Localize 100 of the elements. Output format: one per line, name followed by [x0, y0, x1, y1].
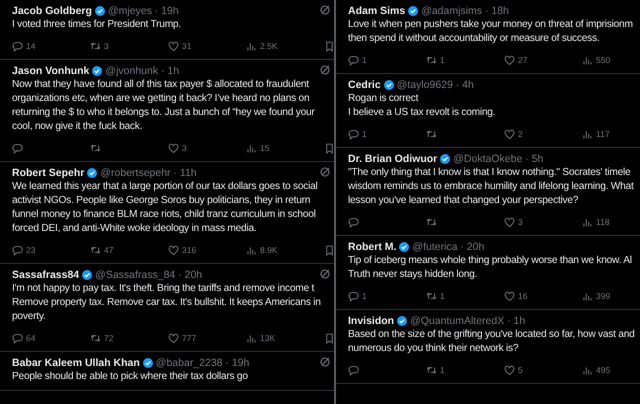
- verified-badge-icon: [94, 6, 105, 16]
- bar-chart-icon: [246, 244, 257, 256]
- handle-and-time: @robertsepehr · 11h: [100, 167, 197, 179]
- views-button[interactable]: 117: [582, 128, 610, 140]
- repost-button[interactable]: 72: [90, 332, 114, 344]
- repost-button[interactable]: [426, 216, 437, 228]
- reply-button[interactable]: 14: [12, 40, 36, 52]
- like-button[interactable]: 31: [168, 40, 192, 52]
- repost-button[interactable]: 1: [426, 364, 445, 376]
- reply-button[interactable]: 23: [12, 244, 36, 256]
- handle-and-time: @taylo9629 · 4h: [396, 79, 474, 91]
- repost-icon: [90, 40, 101, 52]
- views-button[interactable]: 8.9K: [246, 244, 278, 256]
- repost-icon: [426, 364, 437, 376]
- heart-icon: [504, 290, 515, 302]
- reply-button[interactable]: 1: [348, 128, 367, 140]
- repost-button[interactable]: [90, 142, 101, 154]
- author-name[interactable]: Babar Kaleem Ullah Khan: [12, 357, 140, 369]
- bar-chart-icon: [582, 290, 593, 302]
- repost-button[interactable]: [426, 128, 437, 140]
- reply-icon: [12, 142, 23, 154]
- handle-and-time: @adamjsims · 18h: [421, 5, 509, 17]
- repost-icon: [426, 216, 437, 228]
- tweet-text-line: Tip of iceberg means whole thing probably worse than we know. Al: [348, 254, 632, 268]
- like-button[interactable]: 27: [504, 54, 528, 66]
- handle-and-time: @jvonhunk · 1h: [105, 65, 180, 77]
- reply-button[interactable]: [348, 216, 359, 228]
- like-button[interactable]: 3: [504, 216, 523, 228]
- reply-button[interactable]: [12, 142, 23, 154]
- slashed-circle-icon[interactable]: [320, 269, 330, 279]
- tweet-text-line: Rogan is correct: [348, 92, 418, 106]
- author-name[interactable]: Dr. Brian Odiwuor: [348, 153, 438, 165]
- like-button[interactable]: 5: [504, 364, 523, 376]
- views-button[interactable]: 15: [246, 142, 270, 154]
- tweet-text-line: "The only thing that I know is that I know nothing." Socrates' timele: [348, 166, 630, 180]
- tweet-text-line: then spend it without accountability or measure of success.: [348, 32, 600, 46]
- author-name[interactable]: Adam Sims: [348, 5, 406, 17]
- bookmark-button[interactable]: [324, 244, 334, 256]
- bar-chart-icon: [582, 128, 593, 140]
- repost-button[interactable]: 3: [90, 40, 109, 52]
- repost-icon: [426, 128, 437, 140]
- slashed-circle-icon[interactable]: [320, 65, 330, 75]
- author-name[interactable]: Robert Sepehr: [12, 167, 84, 179]
- slashed-circle-icon[interactable]: [320, 5, 330, 15]
- tweet-text-line: lesson you've learned that changed your perspective?: [348, 194, 578, 208]
- verified-badge-icon: [384, 80, 394, 90]
- repost-button[interactable]: 47: [90, 244, 114, 256]
- slashed-circle-icon[interactable]: [320, 357, 330, 367]
- reply-icon: [348, 364, 359, 376]
- reply-icon: [348, 128, 359, 140]
- reply-button[interactable]: 1: [348, 54, 367, 66]
- repost-button[interactable]: 1: [426, 54, 445, 66]
- reply-icon: [348, 54, 359, 66]
- reply-button[interactable]: 1: [348, 290, 367, 302]
- repost-button[interactable]: 1: [426, 290, 445, 302]
- like-button[interactable]: 777: [168, 332, 196, 344]
- author-name[interactable]: Cedric: [348, 79, 381, 91]
- verified-badge-icon: [399, 242, 410, 252]
- tweet-text-line: cool, now give it the fuck back.: [12, 120, 142, 134]
- tweet-text-line: I voted three times for President Trump.: [12, 18, 181, 32]
- repost-icon: [90, 142, 101, 154]
- like-button[interactable]: 3: [168, 142, 187, 154]
- heart-icon: [504, 216, 515, 228]
- tweet-text-line: Remove property tax. Remove car tax. It's bullshit. It keeps Americans in: [12, 296, 321, 310]
- views-button[interactable]: 13K: [246, 332, 276, 344]
- tweet-text-line: Love it when pen pushers take your money on threat of imprisionm: [348, 18, 633, 32]
- views-button[interactable]: 399: [582, 290, 610, 302]
- like-button[interactable]: 2: [504, 128, 523, 140]
- bookmark-button[interactable]: [324, 40, 334, 52]
- verified-badge-icon: [87, 168, 98, 178]
- handle-and-time: @mjeyes · 19h: [108, 5, 179, 17]
- verified-badge-icon: [408, 6, 418, 16]
- tweet-text-line: Truth never stays hidden long.: [348, 268, 478, 282]
- reply-button[interactable]: 64: [12, 332, 36, 344]
- bookmark-button[interactable]: [324, 332, 334, 344]
- views-button[interactable]: 550: [582, 54, 610, 66]
- reply-icon: [12, 40, 23, 52]
- tweet-text-line: poverty.: [12, 310, 46, 324]
- repost-icon: [90, 332, 101, 344]
- author-name[interactable]: Invisidon: [348, 315, 394, 327]
- author-name[interactable]: Sassafrass84: [12, 269, 80, 281]
- views-button[interactable]: 495: [582, 364, 610, 376]
- like-button[interactable]: 316: [168, 244, 196, 256]
- slashed-circle-icon[interactable]: [320, 167, 330, 177]
- author-name[interactable]: Robert M.: [348, 241, 396, 253]
- reply-button[interactable]: [348, 364, 359, 376]
- author-name[interactable]: Jacob Goldberg: [12, 5, 92, 17]
- heart-icon: [168, 332, 179, 344]
- heart-icon: [504, 364, 515, 376]
- author-name[interactable]: Jason Vonhunk: [12, 65, 90, 77]
- reply-icon: [348, 216, 359, 228]
- like-button[interactable]: 16: [504, 290, 528, 302]
- verified-badge-icon: [142, 358, 153, 368]
- verified-badge-icon: [397, 316, 408, 326]
- views-button[interactable]: 2.5K: [246, 40, 278, 52]
- tweet-text-line: organizations etc, when are we getting it back? I’ve heard no plans on: [12, 92, 310, 106]
- tweet-text-line: I believe a US tax revolt is coming.: [348, 106, 496, 120]
- tweet-text-line: forced DEI, and anti-White woke ideology in mass media.: [12, 222, 256, 236]
- views-button[interactable]: 118: [582, 216, 610, 228]
- bookmark-button[interactable]: [324, 142, 334, 154]
